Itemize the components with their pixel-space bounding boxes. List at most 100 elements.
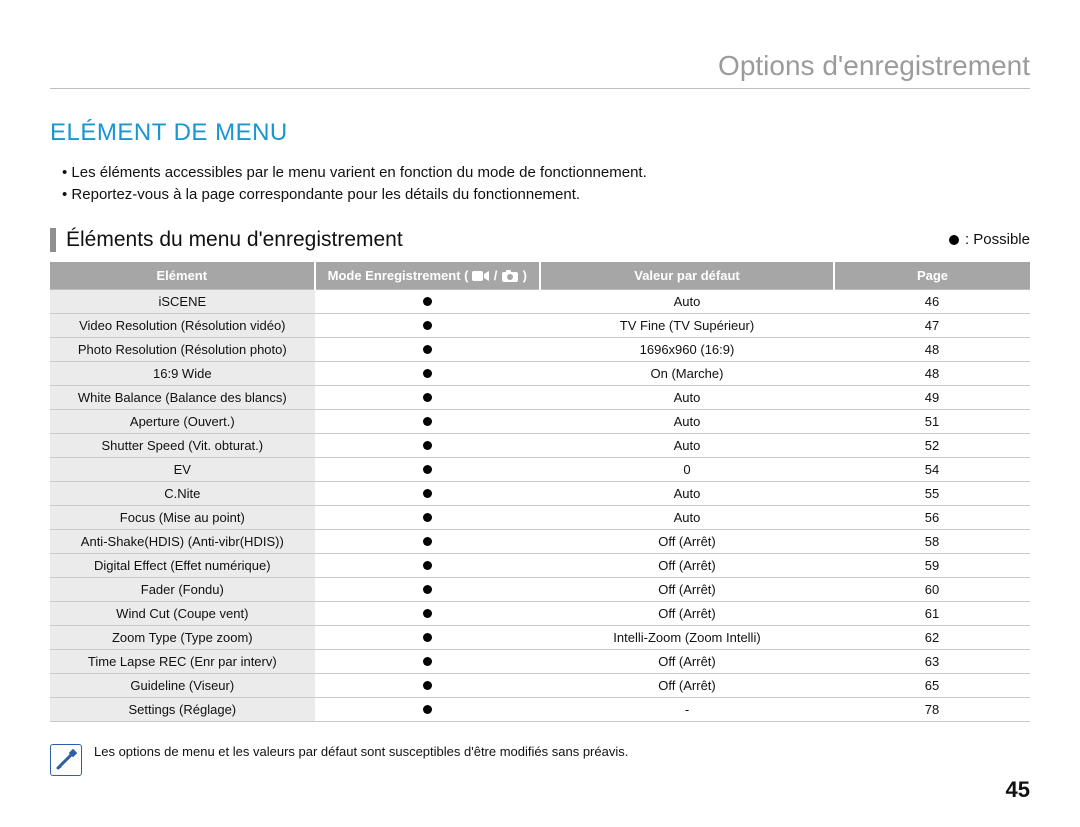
cell-mode bbox=[315, 601, 540, 625]
possible-dot-icon bbox=[423, 681, 432, 690]
cell-page: 61 bbox=[834, 601, 1030, 625]
footnote-text: Les options de menu et les valeurs par d… bbox=[94, 744, 628, 759]
cell-element: Anti-Shake(HDIS) (Anti-vibr(HDIS)) bbox=[50, 529, 315, 553]
table-row: Fader (Fondu)Off (Arrêt)60 bbox=[50, 577, 1030, 601]
table-row: Guideline (Viseur)Off (Arrêt)65 bbox=[50, 673, 1030, 697]
cell-page: 48 bbox=[834, 337, 1030, 361]
cell-page: 49 bbox=[834, 385, 1030, 409]
photo-mode-icon bbox=[501, 268, 523, 283]
cell-element: 16:9 Wide bbox=[50, 361, 315, 385]
possible-dot-icon bbox=[423, 321, 432, 330]
possible-dot-icon bbox=[423, 705, 432, 714]
cell-mode bbox=[315, 505, 540, 529]
table-row: iSCENE Auto46 bbox=[50, 289, 1030, 313]
intro-line: Les éléments accessibles par le menu var… bbox=[62, 163, 1030, 183]
cell-page: 65 bbox=[834, 673, 1030, 697]
possible-dot-icon bbox=[423, 417, 432, 426]
cell-default: Auto bbox=[540, 289, 834, 313]
cell-element: Photo Resolution (Résolution photo) bbox=[50, 337, 315, 361]
possible-dot-icon bbox=[423, 609, 432, 618]
legend-text: : Possible bbox=[965, 231, 1030, 248]
cell-mode bbox=[315, 433, 540, 457]
cell-page: 46 bbox=[834, 289, 1030, 313]
cell-element: Zoom Type (Type zoom) bbox=[50, 625, 315, 649]
col-mode-sep: / bbox=[494, 268, 498, 283]
cell-page: 52 bbox=[834, 433, 1030, 457]
cell-default: Auto bbox=[540, 481, 834, 505]
cell-default: On (Marche) bbox=[540, 361, 834, 385]
col-default: Valeur par défaut bbox=[540, 262, 834, 290]
cell-mode bbox=[315, 361, 540, 385]
cell-mode bbox=[315, 649, 540, 673]
possible-dot-icon bbox=[423, 561, 432, 570]
section-subheading: Éléments du menu d'enregistrement bbox=[50, 228, 403, 252]
note-icon bbox=[50, 744, 82, 776]
cell-page: 58 bbox=[834, 529, 1030, 553]
cell-page: 56 bbox=[834, 505, 1030, 529]
table-row: Settings (Réglage) -78 bbox=[50, 697, 1030, 721]
table-row: Time Lapse REC (Enr par interv) Off (Arrê… bbox=[50, 649, 1030, 673]
legend: : Possible bbox=[949, 231, 1030, 248]
cell-element: Time Lapse REC (Enr par interv) bbox=[50, 649, 315, 673]
cell-default: TV Fine (TV Supérieur) bbox=[540, 313, 834, 337]
cell-page: 55 bbox=[834, 481, 1030, 505]
cell-default: - bbox=[540, 697, 834, 721]
cell-mode bbox=[315, 481, 540, 505]
cell-mode bbox=[315, 409, 540, 433]
table-row: Video Resolution (Résolution vidéo)TV Fi… bbox=[50, 313, 1030, 337]
breadcrumb: Options d'enregistrement bbox=[50, 50, 1030, 88]
cell-default: Auto bbox=[540, 385, 834, 409]
cell-page: 48 bbox=[834, 361, 1030, 385]
video-mode-icon bbox=[472, 268, 494, 283]
cell-default: 0 bbox=[540, 457, 834, 481]
cell-mode bbox=[315, 673, 540, 697]
cell-default: 1696x960 (16:9) bbox=[540, 337, 834, 361]
cell-element: Fader (Fondu) bbox=[50, 577, 315, 601]
cell-default: Auto bbox=[540, 433, 834, 457]
cell-element: Settings (Réglage) bbox=[50, 697, 315, 721]
cell-default: Auto bbox=[540, 505, 834, 529]
cell-page: 51 bbox=[834, 409, 1030, 433]
cell-element: Digital Effect (Effet numérique) bbox=[50, 553, 315, 577]
divider bbox=[50, 88, 1030, 89]
table-row: Shutter Speed (Vit. obturat.) Auto52 bbox=[50, 433, 1030, 457]
table-row: Focus (Mise au point) Auto56 bbox=[50, 505, 1030, 529]
cell-mode bbox=[315, 697, 540, 721]
menu-table: Elément Mode Enregistrement ( / ) Valeur… bbox=[50, 262, 1030, 722]
cell-page: 47 bbox=[834, 313, 1030, 337]
cell-default: Off (Arrêt) bbox=[540, 577, 834, 601]
col-mode-suffix: ) bbox=[523, 268, 527, 283]
cell-element: Aperture (Ouvert.) bbox=[50, 409, 315, 433]
cell-mode bbox=[315, 529, 540, 553]
possible-dot-icon bbox=[423, 537, 432, 546]
cell-mode bbox=[315, 385, 540, 409]
page-title: ELÉMENT DE MENU bbox=[50, 119, 1030, 147]
table-row: Anti-Shake(HDIS) (Anti-vibr(HDIS))Off (A… bbox=[50, 529, 1030, 553]
cell-element: C.Nite bbox=[50, 481, 315, 505]
cell-page: 78 bbox=[834, 697, 1030, 721]
possible-dot-icon bbox=[423, 345, 432, 354]
table-row: Photo Resolution (Résolution photo) 1696x… bbox=[50, 337, 1030, 361]
col-mode: Mode Enregistrement ( / ) bbox=[315, 262, 540, 290]
page-number: 45 bbox=[1006, 777, 1030, 803]
cell-mode bbox=[315, 625, 540, 649]
cell-mode bbox=[315, 577, 540, 601]
cell-page: 63 bbox=[834, 649, 1030, 673]
cell-default: Off (Arrêt) bbox=[540, 649, 834, 673]
cell-default: Off (Arrêt) bbox=[540, 553, 834, 577]
cell-element: iSCENE bbox=[50, 289, 315, 313]
col-page: Page bbox=[834, 262, 1030, 290]
cell-page: 59 bbox=[834, 553, 1030, 577]
possible-dot-icon bbox=[423, 441, 432, 450]
possible-dot-icon bbox=[423, 657, 432, 666]
col-element: Elément bbox=[50, 262, 315, 290]
cell-element: Focus (Mise au point) bbox=[50, 505, 315, 529]
table-row: Digital Effect (Effet numérique) Off (Arr… bbox=[50, 553, 1030, 577]
intro-line: Reportez-vous à la page correspondante p… bbox=[62, 185, 1030, 205]
legend-dot-icon bbox=[949, 235, 959, 245]
cell-element: Shutter Speed (Vit. obturat.) bbox=[50, 433, 315, 457]
possible-dot-icon bbox=[423, 465, 432, 474]
cell-page: 54 bbox=[834, 457, 1030, 481]
table-row: 16:9 Wide On (Marche)48 bbox=[50, 361, 1030, 385]
possible-dot-icon bbox=[423, 585, 432, 594]
